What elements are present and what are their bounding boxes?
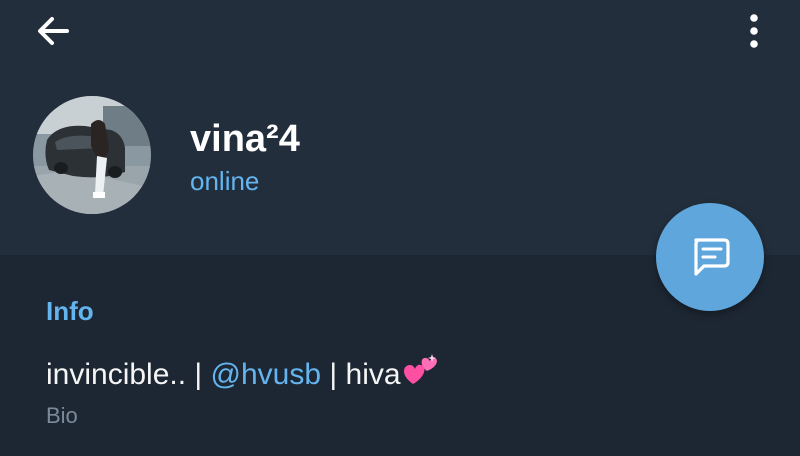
info-section-title: Info [46,296,94,326]
message-icon [694,238,730,276]
more-vertical-icon [750,14,758,48]
arrow-left-icon [38,17,69,45]
bio-text-part: | hiva [321,357,401,391]
two-hearts-icon [402,354,438,398]
bio-mention-link[interactable]: @hvusb [211,358,322,391]
online-status: online [190,166,260,196]
bio-text-part: invincible.. | [46,357,211,391]
profile-name: vina²4 [190,118,300,160]
bio-label: Bio [46,403,78,428]
profile-screen: vina²4 online Info invincible.. | @hvusb… [0,0,800,456]
more-options-button[interactable] [730,8,778,54]
bio-text[interactable]: invincible.. | @hvusb | hiva [46,354,438,398]
send-message-button[interactable] [656,203,764,311]
back-button[interactable] [28,8,78,54]
avatar[interactable] [33,96,151,214]
profile-photo [33,96,151,214]
